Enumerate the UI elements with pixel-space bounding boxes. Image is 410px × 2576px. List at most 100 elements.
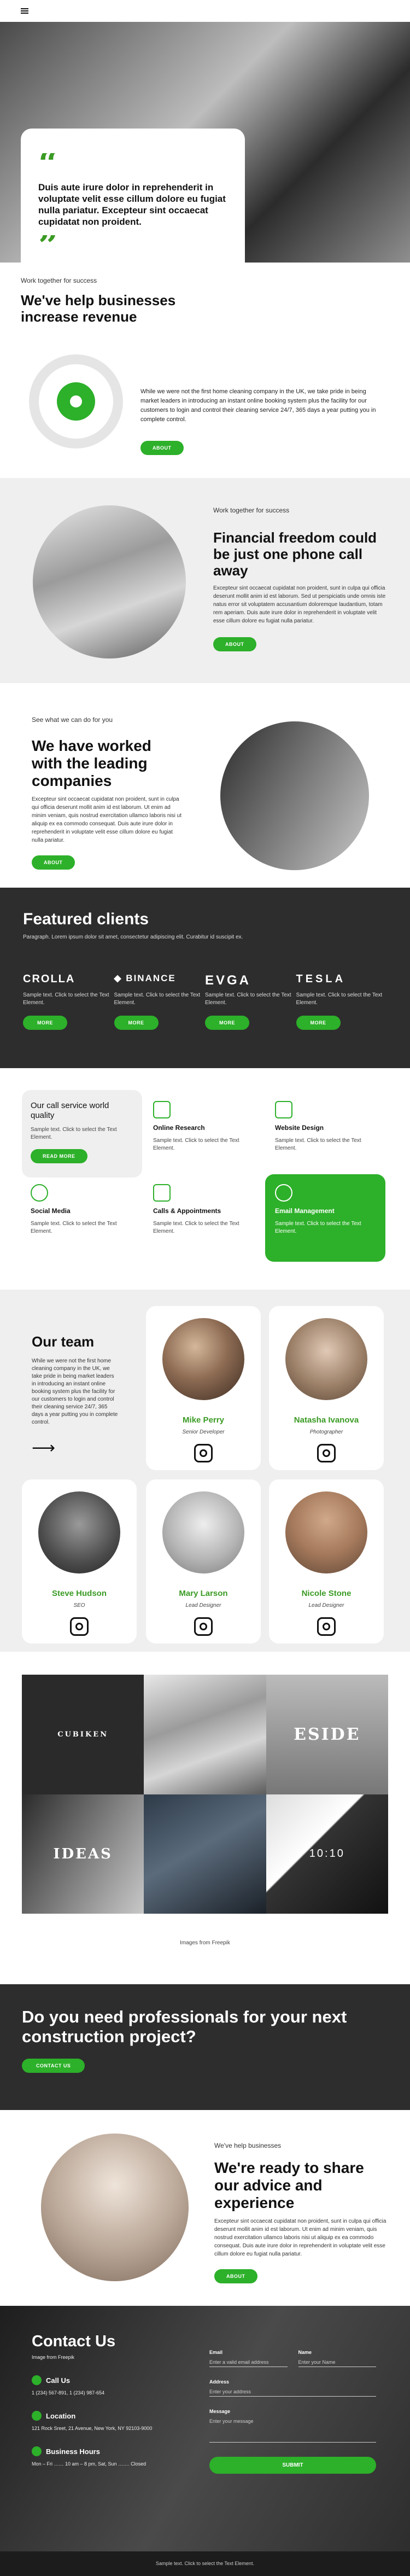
instagram-icon[interactable] <box>317 1444 336 1462</box>
contact-us-button[interactable]: CONTACT US <box>22 2059 85 2073</box>
ready-text: Excepteur sint occaecat cupidatat non pr… <box>214 2218 386 2257</box>
address-field[interactable]: Enter your address <box>209 2385 376 2397</box>
contact-title: Contact Us <box>32 2333 116 2350</box>
client-more-button[interactable]: MORE <box>205 1016 249 1030</box>
intro-section: Work together for success We've help bus… <box>0 263 410 478</box>
ready-eyebrow: We've help businesses <box>214 2142 282 2149</box>
submit-button[interactable]: SUBMIT <box>209 2457 376 2474</box>
services-section: Our call service world quality Sample te… <box>0 1068 410 1290</box>
member-role: Senior Developer <box>182 1429 225 1435</box>
client-card: CROLLA Sample text. Click to select the … <box>23 973 114 1030</box>
office-photo <box>33 505 186 658</box>
ready-about-button[interactable]: ABOUT <box>214 2269 257 2283</box>
quote-text: Duis aute irure dolor in reprehenderit i… <box>38 182 226 227</box>
member-name: Steve Hudson <box>51 1589 107 1598</box>
finance-about-button[interactable]: ABOUT <box>213 637 256 651</box>
client-text: Sample text. Click to select the Text El… <box>205 992 291 1006</box>
clients-subtitle: Paragraph. Lorem ipsum dolor sit amet, c… <box>23 934 243 940</box>
service-card: Online Research Sample text. Click to se… <box>143 1090 263 1178</box>
client-text: Sample text. Click to select the Text El… <box>296 992 383 1006</box>
avatar <box>285 1491 367 1573</box>
instagram-icon[interactable] <box>194 1617 213 1636</box>
worked-title: We have worked with the leading companie… <box>32 737 151 789</box>
avatar <box>285 1318 367 1400</box>
instagram-icon[interactable] <box>317 1617 336 1636</box>
service-card: Social Media Sample text. Click to selec… <box>22 1174 142 1262</box>
gear-circle <box>29 354 123 448</box>
service-card: Calls & Appointments Sample text. Click … <box>143 1174 263 1262</box>
call-value: 1 (234) 567-891, 1 (234) 987-654 <box>32 2390 105 2396</box>
worked-text: Excepteur sint occaecat cupidatat non pr… <box>32 796 182 843</box>
client-more-button[interactable]: MORE <box>23 1016 67 1030</box>
name-label: Name <box>298 2350 312 2355</box>
gallery-section: CUBIKEN ESIDE IDEAS 10:10 Images from Fr… <box>0 1652 410 1984</box>
hours-value: Mon – Fri …… 10 am – 8 pm, Sat, Sun ……. … <box>32 2461 147 2467</box>
avatar <box>162 1318 244 1400</box>
advisor-photo <box>41 2134 189 2281</box>
email-field[interactable]: Enter a valid email address <box>209 2355 288 2367</box>
lightbulb-icon <box>275 1184 292 1202</box>
team-title: Our team <box>32 1333 95 1350</box>
crolla-logo: CROLLA <box>23 973 75 985</box>
finance-eyebrow: Work together for success <box>213 506 290 514</box>
gallery-tile <box>144 1794 266 1914</box>
top-nav <box>0 0 410 22</box>
contact-form: Email Enter a valid email address Name E… <box>209 2350 376 2474</box>
intro-about-button[interactable]: ABOUT <box>140 441 184 455</box>
hamburger-icon[interactable] <box>21 8 28 14</box>
worked-about-button[interactable]: ABOUT <box>32 855 75 870</box>
settings-icon <box>31 1184 48 1202</box>
ready-section: We've help businesses We're ready to sha… <box>0 2110 410 2306</box>
gallery-caption: Images from Freepik <box>180 1940 230 1946</box>
service-title: Online Research <box>153 1124 205 1132</box>
finance-text: Excepteur sint occaecat cupidatat non pr… <box>213 585 386 624</box>
client-text: Sample text. Click to select the Text El… <box>114 992 201 1006</box>
finance-title: Financial freedom could be just one phon… <box>213 529 377 579</box>
team-member-card: Natasha Ivanova Photographer <box>269 1306 384 1470</box>
message-label: Message <box>209 2409 231 2414</box>
location-icon <box>32 2411 42 2421</box>
worked-section: See what we can do for you We have worke… <box>0 683 410 888</box>
footer-text: Sample text. Click to select the Text El… <box>156 2561 254 2566</box>
member-role: SEO <box>73 1602 85 1608</box>
finance-section: Work together for success Financial free… <box>0 478 410 683</box>
client-more-button[interactable]: MORE <box>296 1016 341 1030</box>
member-name: Natasha Ivanova <box>294 1415 359 1425</box>
laptop-photo <box>220 721 369 870</box>
member-role: Photographer <box>309 1429 343 1435</box>
document-icon <box>153 1184 171 1202</box>
intro-title: We've help businesses increase revenue <box>21 292 176 325</box>
read-more-button[interactable]: READ MORE <box>31 1149 87 1163</box>
cta-title: Do you need professionals for your next … <box>22 2007 347 2046</box>
service-title: Website Design <box>275 1124 324 1132</box>
name-field[interactable]: Enter your Name <box>298 2355 376 2367</box>
member-role: Lead Designer <box>308 1602 344 1608</box>
arrow-right-icon[interactable]: ⟶ <box>32 1438 119 1458</box>
address-label: Address <box>209 2379 230 2385</box>
service-featured-text: Sample text. Click to select the Text El… <box>31 1127 117 1140</box>
team-member-card: Mike Perry Senior Developer <box>146 1306 261 1470</box>
call-label: Call Us <box>46 2376 71 2385</box>
gallery-tile: ESIDE <box>266 1675 388 1794</box>
service-title: Email Management <box>275 1207 335 1215</box>
gallery-tile <box>144 1675 266 1794</box>
footer: Sample text. Click to select the Text El… <box>0 2551 410 2576</box>
service-text: Sample text. Click to select the Text El… <box>275 1138 361 1151</box>
instagram-icon[interactable] <box>194 1444 213 1462</box>
instagram-icon[interactable] <box>70 1617 89 1636</box>
message-field[interactable]: Enter your message <box>209 2414 376 2443</box>
team-member-card: Steve Hudson SEO <box>22 1479 137 1643</box>
clients-section: Featured clients Paragraph. Lorem ipsum … <box>0 888 410 1068</box>
quote-card: “ Duis aute irure dolor in reprehenderit… <box>21 129 245 263</box>
quote-open-icon: “ <box>38 153 227 172</box>
intro-text: While we were not the first home cleanin… <box>140 388 376 423</box>
contact-section: Contact Us Image from Freepik Call Us 1 … <box>0 2306 410 2576</box>
avatar <box>162 1491 244 1573</box>
binance-logo: ◆ BINANCE <box>114 973 176 983</box>
location-label: Location <box>46 2411 76 2420</box>
client-text: Sample text. Click to select the Text El… <box>23 992 109 1006</box>
service-text: Sample text. Click to select the Text El… <box>275 1221 361 1234</box>
team-member-card: Mary Larson Lead Designer <box>146 1479 261 1643</box>
client-card: ◆ BINANCE Sample text. Click to select t… <box>114 973 206 1030</box>
client-more-button[interactable]: MORE <box>114 1016 159 1030</box>
